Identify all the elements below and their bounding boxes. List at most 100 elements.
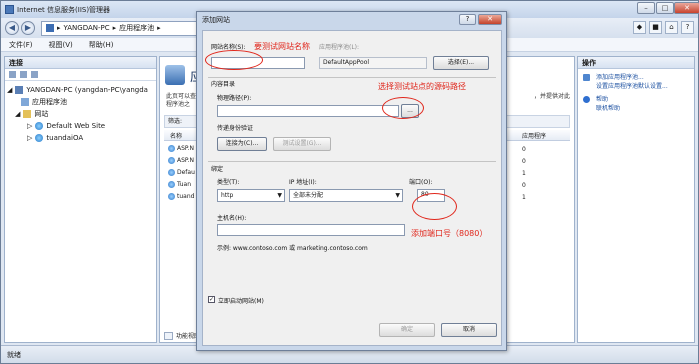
iis-manager-window: Internet 信息服务(IIS)管理器 – □ ✕ ◀ ▶ ▸ YANGDA… xyxy=(0,0,699,364)
connections-header: 连接 xyxy=(5,57,156,69)
back-icon[interactable]: ◀ xyxy=(5,21,19,35)
add-website-dialog: 添加网站 ? ✕ 网站名称(S): 应用程序池(L): DefaultAppPo… xyxy=(196,11,507,351)
path-annotation: 选择测试站点的源码路径 xyxy=(378,82,466,91)
app-pool-row-icon xyxy=(168,181,175,188)
add-icon xyxy=(583,74,590,81)
app-pool-label: 应用程序池(L): xyxy=(319,44,360,51)
chevron-down-icon: ▼ xyxy=(277,192,282,199)
passthrough-label: 传递身份验证 xyxy=(217,125,254,132)
close-button[interactable]: ✕ xyxy=(674,2,699,14)
save-icon[interactable] xyxy=(20,71,27,78)
connect-icon[interactable] xyxy=(9,71,16,78)
host-name-input[interactable] xyxy=(217,224,405,236)
connections-toolbar xyxy=(5,69,156,81)
connect-as-button[interactable]: 连接为(C)... xyxy=(217,137,267,151)
connections-pane: 连接 ◢ YANGDAN-PC (yangdan-PC\yangda 应用程序池 … xyxy=(4,56,157,343)
refresh-icon[interactable] xyxy=(31,71,38,78)
table-row[interactable]: Tuan xyxy=(168,181,191,188)
tree-item-sites[interactable]: ◢ 网站 xyxy=(7,108,154,120)
menu-file[interactable]: 文件(F) xyxy=(9,40,33,50)
chevron-down-icon: ▼ xyxy=(395,192,400,199)
row-apps: 1 xyxy=(522,194,526,201)
features-view-tab[interactable] xyxy=(164,331,173,340)
globe-icon xyxy=(35,134,44,142)
help-link[interactable]: 帮助 xyxy=(578,95,694,104)
ip-select[interactable]: 全部未分配 ▼ xyxy=(289,189,403,202)
iis-app-icon xyxy=(5,5,14,14)
page-desc-2: 程序池之 xyxy=(166,101,191,108)
actions-header: 操作 xyxy=(578,57,694,69)
app-pool-row-icon xyxy=(168,157,175,164)
window-title: Internet 信息服务(IIS)管理器 xyxy=(17,5,111,14)
table-row[interactable]: ASP.N xyxy=(168,145,194,152)
server-icon xyxy=(15,86,24,94)
cancel-button[interactable]: 取消 xyxy=(441,323,497,337)
view-tabs: 功能视图 xyxy=(164,331,200,340)
server-icon xyxy=(46,24,54,32)
table-row[interactable]: tuand xyxy=(168,193,194,200)
start-immediately-checkbox[interactable]: ✓ xyxy=(208,296,215,303)
forward-icon[interactable]: ▶ xyxy=(21,21,35,35)
col-name[interactable]: 名称 xyxy=(170,131,182,140)
app-pools-icon xyxy=(165,65,185,85)
tree-item-app-pools[interactable]: 应用程序池 xyxy=(7,96,154,108)
app-pool-field: DefaultAppPool xyxy=(319,57,427,69)
tree-item-default-web-site[interactable]: ▷ Default Web Site xyxy=(7,120,154,132)
globe-icon xyxy=(35,122,44,130)
example-text: 示例: www.contoso.com 或 marketing.contoso.… xyxy=(217,245,368,252)
ok-button[interactable]: 确定 xyxy=(379,323,435,337)
add-app-pool-link[interactable]: 添加应用程序池... xyxy=(578,73,694,82)
port-label: 端口(O): xyxy=(409,179,433,186)
maximize-button[interactable]: □ xyxy=(656,2,674,14)
minimize-button[interactable]: – xyxy=(637,2,655,14)
set-defaults-link[interactable]: 设置应用程序池默认设置... xyxy=(578,82,694,91)
app-pool-row-icon xyxy=(168,193,175,200)
site-name-annotation: 要测试网站名称 xyxy=(254,42,310,51)
help-icon[interactable]: ? xyxy=(681,21,694,34)
type-select[interactable]: http ▼ xyxy=(217,189,285,202)
table-row[interactable]: Defau xyxy=(168,169,195,176)
menu-view[interactable]: 视图(V) xyxy=(49,40,73,50)
tree-item-tuandaioa[interactable]: ▷ tuandaiOA xyxy=(7,132,154,144)
ip-label: IP 地址(I): xyxy=(289,179,317,186)
type-label: 类型(T): xyxy=(217,179,240,186)
host-name-label: 主机名(H): xyxy=(217,215,247,222)
select-app-pool-button[interactable]: 选择(E)... xyxy=(433,56,489,70)
start-immediately-label: 立即启动网站(M) xyxy=(218,298,264,305)
app-pool-row-icon xyxy=(168,145,175,152)
row-apps: 1 xyxy=(522,170,526,177)
page-desc-1: 此页可以查 xyxy=(166,93,197,100)
port-highlight xyxy=(412,193,457,220)
row-apps: 0 xyxy=(522,146,526,153)
actions-pane: 操作 添加应用程序池... 设置应用程序池默认设置... 帮助 联机帮助 xyxy=(577,56,695,343)
physical-path-label: 物理路径(P): xyxy=(217,95,252,102)
browse-highlight xyxy=(382,97,424,119)
port-annotation: 添加端口号（8080） xyxy=(411,229,488,238)
app-pool-row-icon xyxy=(168,169,175,176)
stop-icon[interactable]: ■ xyxy=(649,21,662,34)
dialog-help-button[interactable]: ? xyxy=(459,14,476,25)
binding-label: 绑定 xyxy=(211,166,224,173)
content-dir-label: 内容目录 xyxy=(211,81,236,88)
menu-help[interactable]: 帮助(H) xyxy=(89,40,114,50)
test-settings-button: 测试设置(G)... xyxy=(273,137,331,151)
tree-item-server[interactable]: ◢ YANGDAN-PC (yangdan-PC\yangda xyxy=(7,84,154,96)
help-icon xyxy=(583,96,590,103)
dialog-close-button[interactable]: ✕ xyxy=(478,14,502,25)
row-apps: 0 xyxy=(522,158,526,165)
breadcrumb-app-pools[interactable]: 应用程序池 xyxy=(119,23,154,33)
col-apps[interactable]: 应用程序 xyxy=(522,131,546,140)
connections-tree: ◢ YANGDAN-PC (yangdan-PC\yangda 应用程序池 ◢ 网站… xyxy=(5,81,156,147)
online-help-link[interactable]: 联机帮助 xyxy=(578,104,694,113)
home-icon[interactable]: ⌂ xyxy=(665,21,678,34)
nav-button-icon[interactable]: ◆ xyxy=(633,21,646,34)
folder-icon xyxy=(23,110,32,118)
row-apps: 0 xyxy=(522,182,526,189)
page-desc-right: ，并提供对此 xyxy=(533,93,570,100)
breadcrumb-server[interactable]: YANGDAN-PC xyxy=(64,24,110,32)
app-pool-icon xyxy=(21,98,29,106)
table-row[interactable]: ASP.N xyxy=(168,157,194,164)
physical-path-input[interactable] xyxy=(217,105,399,117)
dialog-body: 网站名称(S): 应用程序池(L): DefaultAppPool 选择(E).… xyxy=(202,30,502,346)
site-name-highlight xyxy=(205,50,263,70)
